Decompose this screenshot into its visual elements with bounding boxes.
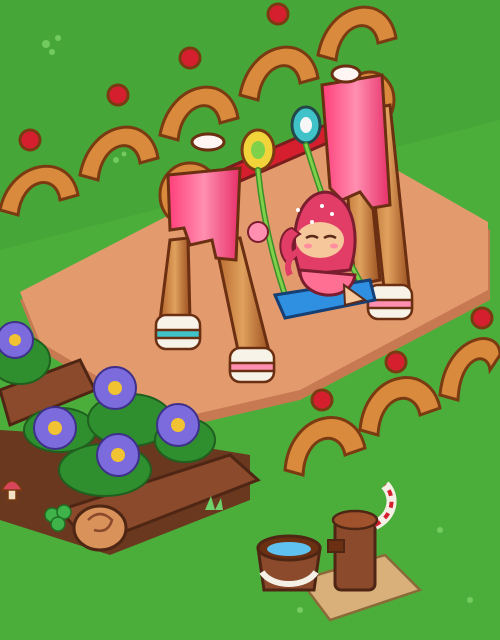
violet-flower <box>93 366 137 410</box>
violet-flower <box>156 403 200 447</box>
wooden-bucket <box>256 534 322 592</box>
game-scene <box>0 0 500 640</box>
violet-flower <box>33 406 77 450</box>
violet-flower <box>0 321 34 359</box>
violet-flower <box>96 433 140 477</box>
